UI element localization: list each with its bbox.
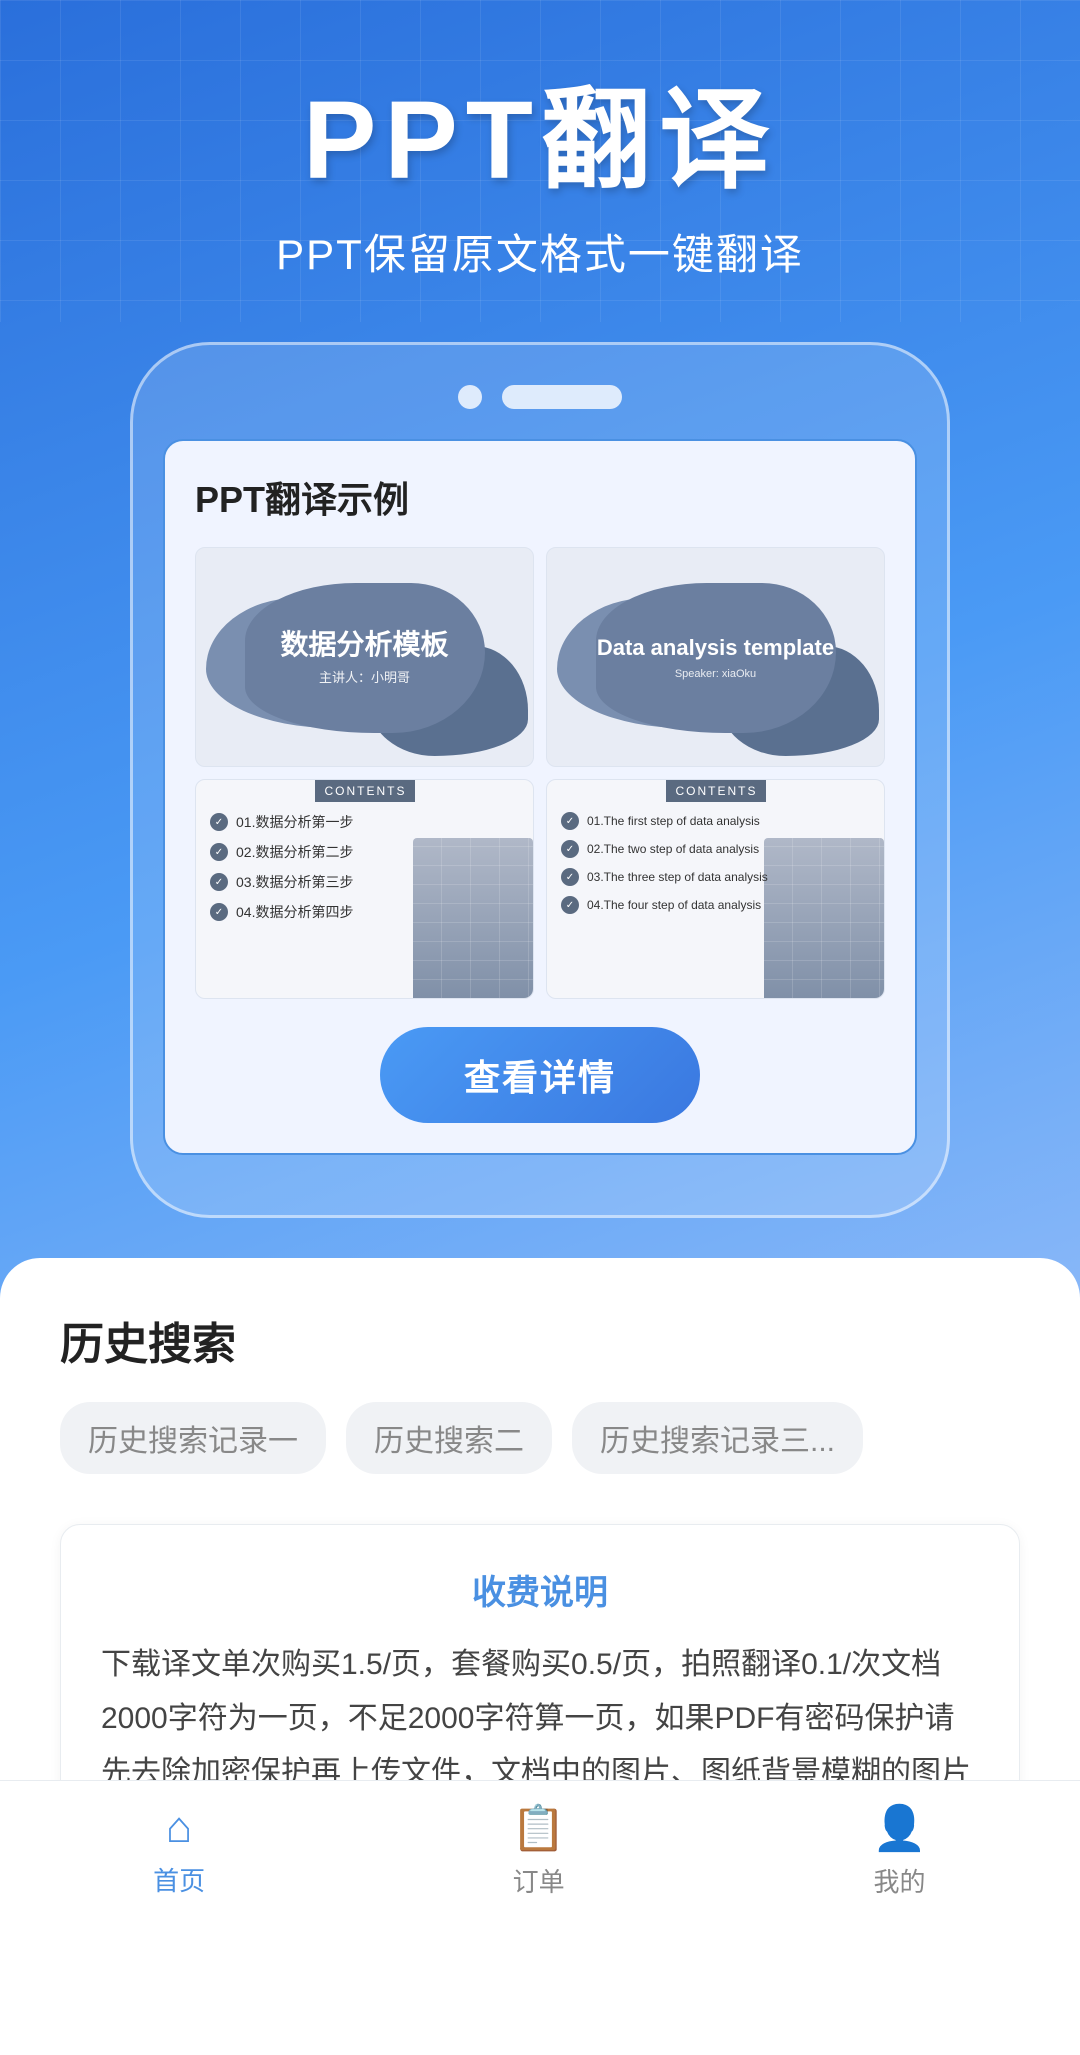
slide-item-text: 02.The two step of data analysis [587, 842, 759, 856]
slide-item: 02.数据分析第二步 [210, 842, 519, 862]
profile-icon: 👤 [872, 1802, 927, 1854]
history-tags: 历史搜索记录一历史搜索二历史搜索记录三... [60, 1402, 1020, 1474]
nav-label-profile: 我的 [874, 1862, 926, 1899]
phone-notch [163, 385, 917, 409]
slide-1-title: 数据分析模板 [280, 628, 448, 662]
slide-item: 01.The first step of data analysis [561, 812, 870, 830]
history-section-title: 历史搜索 [60, 1308, 1020, 1372]
slide-1-sub: 主讲人：小明哥 [280, 667, 448, 686]
slide-2-text: Data analysis template Speaker: xiaOku [597, 634, 834, 680]
view-details-button[interactable]: 查看详情 [380, 1027, 700, 1123]
header: PPT翻译 PPT保留原文格式一键翻译 [0, 0, 1080, 322]
slide-3: CONTENTS 01.数据分析第一步 02.数据分析第二步 03.数据分析第三… [195, 779, 534, 999]
slide-2: Data analysis template Speaker: xiaOku [546, 547, 885, 767]
slide-4: CONTENTS 01.The first step of data analy… [546, 779, 885, 999]
pricing-title: 收费说明 [101, 1565, 979, 1614]
phone-mockup-area: PPT翻译示例 数据分析模板 主讲人：小明哥 [0, 322, 1080, 1218]
nav-item-profile[interactable]: 👤 我的 [872, 1802, 927, 1899]
app-title: PPT翻译 [60, 80, 1020, 201]
phone-mockup: PPT翻译示例 数据分析模板 主讲人：小明哥 [130, 342, 950, 1218]
phone-camera [458, 385, 482, 409]
slide-item: 04.The four step of data analysis [561, 896, 870, 914]
slide-item-icon [561, 812, 579, 830]
slide-3-header: CONTENTS [315, 780, 415, 802]
bottom-nav: ⌂ 首页 📋 订单 👤 我的 [0, 1780, 1080, 1920]
slide-item: 04.数据分析第四步 [210, 902, 519, 922]
slide-item: 01.数据分析第一步 [210, 812, 519, 832]
slide-item-text: 04.数据分析第四步 [236, 902, 353, 922]
home-icon: ⌂ [166, 1803, 193, 1853]
history-tag[interactable]: 历史搜索记录一 [60, 1402, 326, 1474]
history-tag[interactable]: 历史搜索记录三... [572, 1402, 863, 1474]
ppt-card-title: PPT翻译示例 [195, 471, 885, 523]
slide-4-header: CONTENTS [666, 780, 766, 802]
order-icon: 📋 [511, 1802, 566, 1854]
slide-2-title: Data analysis template [597, 634, 834, 663]
slide-item-icon [210, 903, 228, 921]
history-tag[interactable]: 历史搜索二 [346, 1402, 552, 1474]
slide-item: 03.数据分析第三步 [210, 872, 519, 892]
nav-item-order[interactable]: 📋 订单 [511, 1802, 566, 1899]
slide-item-text: 03.数据分析第三步 [236, 872, 353, 892]
slide-1-text: 数据分析模板 主讲人：小明哥 [280, 628, 448, 687]
nav-item-home[interactable]: ⌂ 首页 [153, 1803, 205, 1898]
slide-3-items: 01.数据分析第一步 02.数据分析第二步 03.数据分析第三步 04.数据分析… [196, 812, 533, 922]
slide-4-items: 01.The first step of data analysis 02.Th… [547, 812, 884, 914]
slide-item-icon [210, 873, 228, 891]
slide-2-sub: Speaker: xiaOku [597, 668, 834, 680]
slides-grid: 数据分析模板 主讲人：小明哥 Data analysis template Sp… [195, 547, 885, 999]
slide-1: 数据分析模板 主讲人：小明哥 [195, 547, 534, 767]
slide-item-icon [561, 896, 579, 914]
slide-item-icon [210, 813, 228, 831]
slide-item-text: 01.数据分析第一步 [236, 812, 353, 832]
app-subtitle: PPT保留原文格式一键翻译 [60, 221, 1020, 282]
main-content: 历史搜索 历史搜索记录一历史搜索二历史搜索记录三... 收费说明 下载译文单次购… [0, 1258, 1080, 2055]
slide-item-text: 03.The three step of data analysis [587, 870, 768, 884]
slide-item-icon [561, 868, 579, 886]
slide-item-text: 02.数据分析第二步 [236, 842, 353, 862]
slide-item-icon [561, 840, 579, 858]
slide-item-text: 01.The first step of data analysis [587, 814, 760, 828]
slide-item-text: 04.The four step of data analysis [587, 898, 761, 912]
nav-label-home: 首页 [153, 1861, 205, 1898]
slide-item-icon [210, 843, 228, 861]
ppt-demo-card: PPT翻译示例 数据分析模板 主讲人：小明哥 [163, 439, 917, 1155]
slide-item: 03.The three step of data analysis [561, 868, 870, 886]
phone-speaker [502, 385, 622, 409]
nav-label-order: 订单 [513, 1862, 565, 1899]
slide-item: 02.The two step of data analysis [561, 840, 870, 858]
